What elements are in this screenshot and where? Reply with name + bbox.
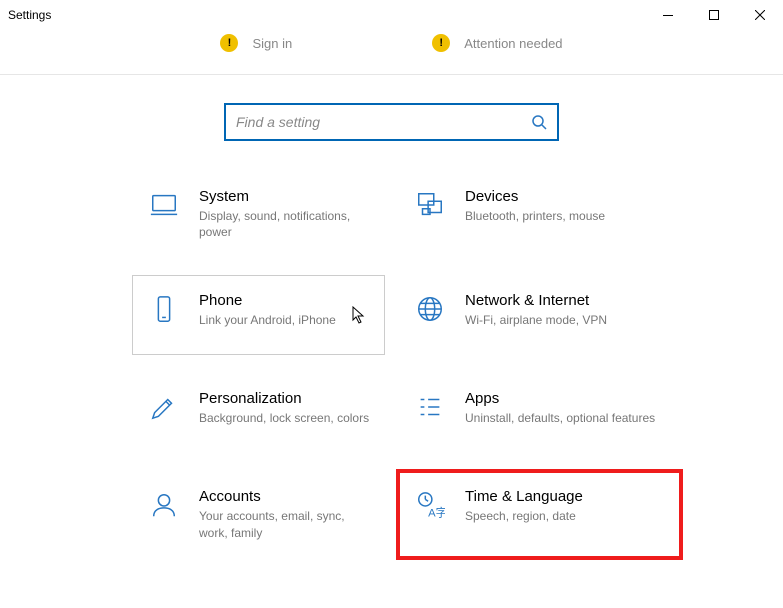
- search-container: [0, 75, 783, 171]
- cursor-icon: [352, 306, 366, 329]
- tile-desc: Bluetooth, printers, mouse: [465, 208, 668, 224]
- alert-attention[interactable]: ! Attention needed: [432, 34, 562, 52]
- window-controls: [645, 0, 783, 30]
- tile-apps[interactable]: Apps Uninstall, defaults, optional featu…: [398, 373, 681, 453]
- tile-desc: Uninstall, defaults, optional features: [465, 410, 668, 426]
- phone-icon: [147, 294, 181, 328]
- tile-desc: Display, sound, notifications, power: [199, 208, 372, 240]
- tile-devices[interactable]: Devices Bluetooth, printers, mouse: [398, 171, 681, 251]
- tile-title: Phone: [199, 292, 372, 309]
- tile-time-language[interactable]: A字 Time & Language Speech, region, date: [398, 471, 681, 557]
- settings-grid: System Display, sound, notifications, po…: [0, 171, 783, 558]
- search-box[interactable]: [224, 103, 559, 141]
- tile-system[interactable]: System Display, sound, notifications, po…: [132, 171, 385, 257]
- alert-label: Sign in: [252, 36, 292, 51]
- search-icon: [531, 114, 547, 130]
- tile-title: Network & Internet: [465, 292, 668, 309]
- accounts-icon: [147, 490, 181, 524]
- titlebar: Settings: [0, 0, 783, 30]
- tile-title: Devices: [465, 188, 668, 205]
- tile-desc: Speech, region, date: [465, 508, 668, 524]
- minimize-button[interactable]: [645, 0, 691, 30]
- tile-phone[interactable]: Phone Link your Android, iPhone: [132, 275, 385, 355]
- tile-desc: Link your Android, iPhone: [199, 312, 372, 328]
- devices-icon: [413, 190, 447, 224]
- alert-label: Attention needed: [464, 36, 562, 51]
- alerts-row: ! Sign in ! Attention needed: [0, 30, 783, 75]
- tile-title: Personalization: [199, 390, 372, 407]
- alert-sign-in[interactable]: ! Sign in: [220, 34, 292, 52]
- system-icon: [147, 190, 181, 224]
- search-input[interactable]: [236, 114, 531, 130]
- personalization-icon: [147, 392, 181, 426]
- apps-icon: [413, 392, 447, 426]
- tile-title: Time & Language: [465, 488, 668, 505]
- close-button[interactable]: [737, 0, 783, 30]
- network-icon: [413, 294, 447, 328]
- tile-desc: Your accounts, email, sync, work, family: [199, 508, 372, 540]
- warning-icon: !: [432, 34, 450, 52]
- tile-accounts[interactable]: Accounts Your accounts, email, sync, wor…: [132, 471, 385, 557]
- maximize-button[interactable]: [691, 0, 737, 30]
- svg-text:A字: A字: [428, 506, 445, 520]
- time-language-icon: A字: [413, 490, 447, 524]
- tile-network[interactable]: Network & Internet Wi-Fi, airplane mode,…: [398, 275, 681, 355]
- window-title: Settings: [8, 8, 51, 22]
- tile-title: Accounts: [199, 488, 372, 505]
- tile-desc: Background, lock screen, colors: [199, 410, 372, 426]
- tile-desc: Wi-Fi, airplane mode, VPN: [465, 312, 668, 328]
- tile-personalization[interactable]: Personalization Background, lock screen,…: [132, 373, 385, 453]
- tile-title: Apps: [465, 390, 668, 407]
- warning-icon: !: [220, 34, 238, 52]
- tile-title: System: [199, 188, 372, 205]
